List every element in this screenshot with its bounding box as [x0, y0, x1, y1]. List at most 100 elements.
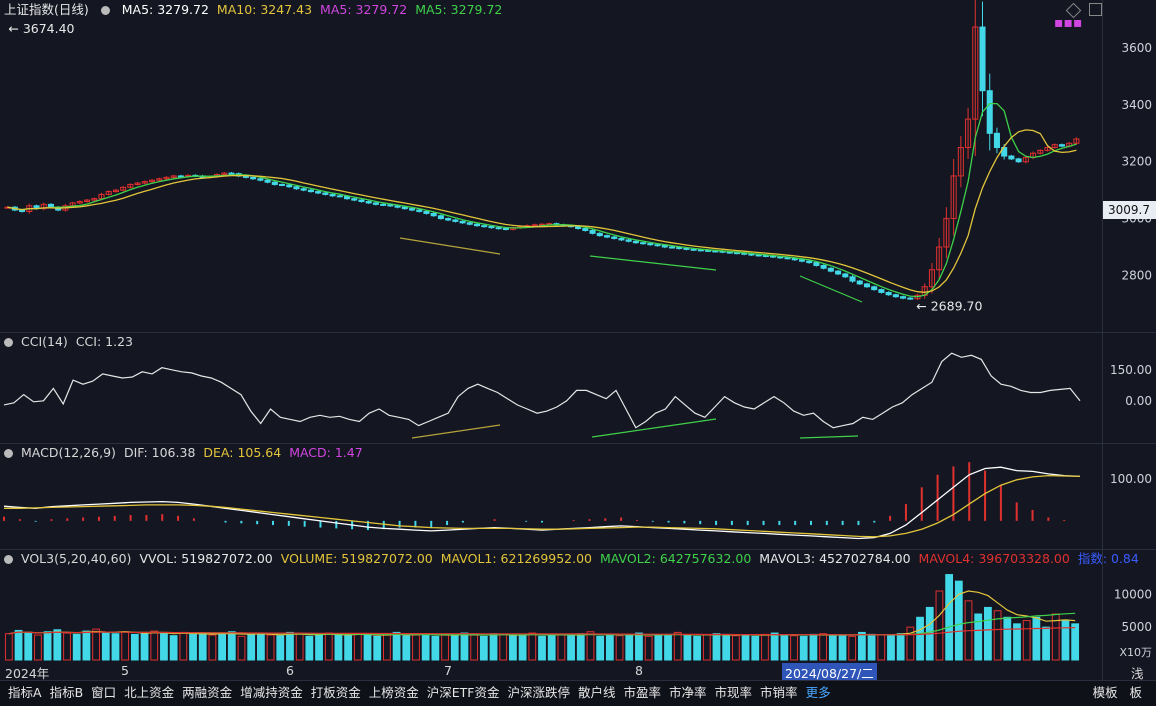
candle-body: [358, 199, 365, 203]
price-panel: 上证指数(日线) MA5: 3279.72 MA10: 3247.43 MA5: 3…: [0, 0, 1156, 332]
candle-body: [531, 224, 538, 227]
tab-7[interactable]: 上榜资金: [365, 681, 423, 706]
candle-body: [495, 227, 502, 230]
tab-4[interactable]: 两融资金: [178, 681, 236, 706]
tab-15[interactable]: 更多: [802, 681, 835, 706]
candle-body: [697, 249, 704, 252]
date-label: 8: [635, 663, 643, 678]
tab-13[interactable]: 市现率: [711, 681, 757, 706]
candle-body: [264, 179, 271, 183]
candle-body: [430, 212, 437, 217]
volume-bar: [654, 634, 663, 661]
volume-bar: [305, 635, 314, 661]
volume-bar: [877, 634, 886, 661]
volume-bar: [344, 635, 353, 661]
tab-9[interactable]: 沪深涨跌停: [503, 681, 574, 706]
volume-bar: [363, 634, 372, 661]
cci-line: [3, 352, 1081, 429]
collapse-icon[interactable]: [1089, 3, 1102, 16]
volume-bar: [547, 633, 556, 661]
tab-11[interactable]: 市盈率: [620, 681, 666, 706]
candle-body: [798, 259, 806, 262]
candle-body: [47, 203, 54, 208]
mavol-line-0: [8, 590, 1076, 636]
candle-body: [762, 254, 769, 257]
candle-body: [575, 226, 582, 230]
volume-bar: [1071, 623, 1080, 661]
cci-tick-label: 150.00: [1110, 363, 1152, 377]
volume-bar: [635, 632, 643, 661]
indicator-tab-bar: 指标A 指标B 窗口 北上资金 两融资金 增减持资金 打板资金 上榜资金 沪深ETF资金 沪深涨跌…: [0, 680, 1156, 706]
candle-body: [473, 223, 481, 227]
price-tick-label: 3600: [1121, 41, 1152, 55]
tab-10[interactable]: 散户线: [574, 681, 620, 706]
volume-bar: [538, 635, 546, 661]
volume-bar: [615, 635, 624, 661]
candle-body: [322, 192, 329, 195]
volume-bar: [160, 633, 168, 661]
candle-body: [408, 208, 416, 211]
price-tick-label: 3200: [1121, 155, 1152, 169]
candle-body: [336, 195, 343, 198]
candle-body: [827, 267, 834, 272]
candle-body: [1058, 144, 1065, 147]
volume-bar: [383, 633, 391, 661]
volume-bar: [741, 634, 750, 661]
expand-dots-icon[interactable]: ▪▪▪: [1054, 16, 1082, 30]
volume-bar: [683, 635, 692, 661]
volume-bar: [712, 633, 721, 661]
volume-bar: [179, 631, 188, 661]
macd-chart[interactable]: 100.00: [0, 444, 1156, 549]
volume-bar: [441, 633, 449, 661]
volume-bar: [450, 635, 459, 661]
board-button[interactable]: 板: [1125, 681, 1146, 706]
volume-bar: [315, 634, 323, 661]
volume-bar: [412, 634, 420, 661]
candle-body: [488, 226, 495, 229]
candlestick-chart[interactable]: 36003400320030002800← 3674.40← 2689.70: [0, 0, 1156, 332]
volume-bar: [625, 633, 634, 661]
volume-bar: [518, 634, 527, 661]
candle-body: [257, 178, 264, 181]
tab-2[interactable]: 窗口: [87, 681, 120, 706]
volume-bar: [499, 633, 508, 661]
volume-bar: [673, 631, 682, 661]
candle-body: [618, 237, 625, 241]
volume-bar: [489, 633, 498, 661]
volume-chart[interactable]: 10000 5000 X10万: [0, 550, 1156, 662]
tab-5[interactable]: 增减持资金: [236, 681, 307, 706]
candle-body: [676, 247, 683, 250]
volume-bar: [92, 628, 100, 661]
candle-body: [380, 203, 387, 206]
tab-14[interactable]: 市销率: [756, 681, 802, 706]
volume-bar: [198, 632, 207, 661]
volume-bar: [169, 635, 178, 661]
volume-bar: [722, 633, 731, 661]
tab-1[interactable]: 指标B: [46, 681, 88, 706]
candle-body: [177, 175, 184, 178]
tab-0[interactable]: 指标A: [4, 681, 46, 706]
candle-body: [611, 236, 618, 239]
volume-bar: [761, 633, 769, 661]
volume-bar: [664, 633, 672, 661]
volume-bar: [392, 631, 401, 661]
candle-body: [842, 273, 849, 278]
template-button[interactable]: 模板: [1089, 681, 1122, 706]
candle-body: [582, 228, 589, 231]
vol-tick-label: 10000: [1114, 587, 1152, 601]
tab-6[interactable]: 打板资金: [307, 681, 365, 706]
candle-body: [603, 235, 611, 238]
volume-bar: [373, 635, 382, 661]
volume-bar: [984, 606, 992, 661]
candle-body: [401, 206, 408, 210]
tab-12[interactable]: 市净率: [665, 681, 711, 706]
volume-bar: [431, 635, 440, 661]
tab-3[interactable]: 北上资金: [120, 681, 178, 706]
cci-chart[interactable]: 150.00 0.00: [0, 333, 1156, 443]
price-tick-label: 3400: [1121, 98, 1152, 112]
volume-bar: [82, 630, 91, 661]
volume-bar: [567, 635, 575, 661]
candle-body: [1015, 158, 1022, 163]
tab-8[interactable]: 沪深ETF资金: [423, 681, 504, 706]
divergence-arrow: [411, 424, 501, 439]
